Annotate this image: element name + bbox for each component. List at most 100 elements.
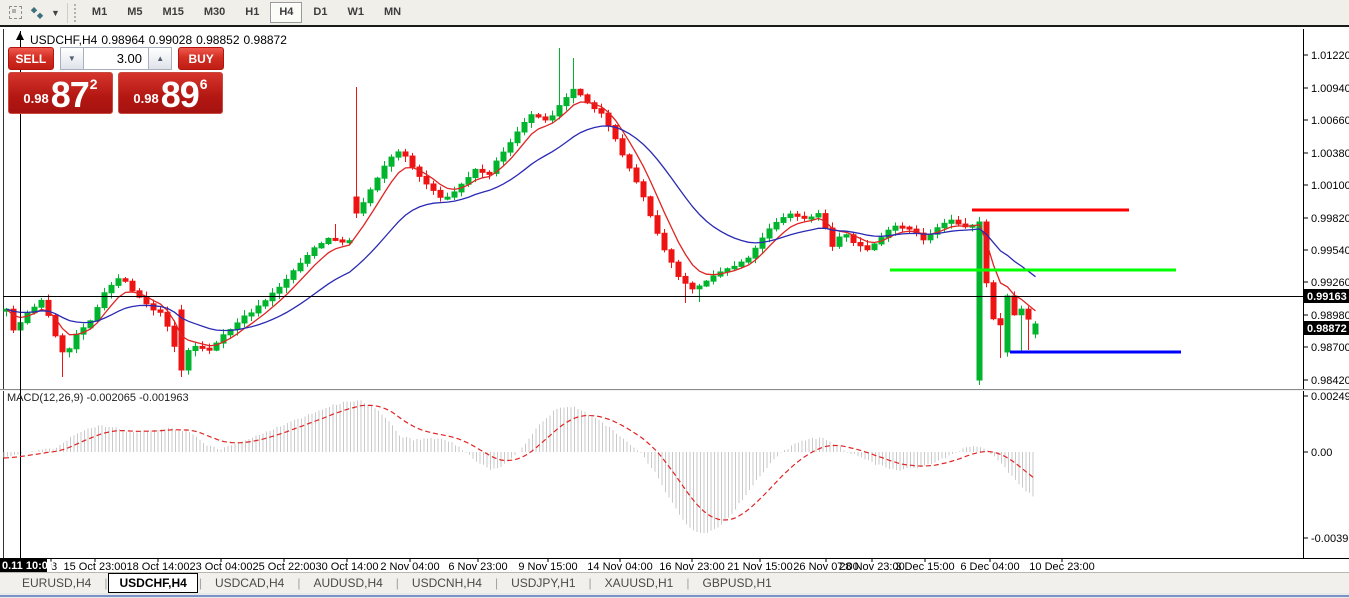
candle [626, 154, 633, 169]
candle [990, 282, 997, 320]
candle [94, 307, 101, 322]
candle [101, 292, 108, 309]
ohlc-low: 0.98852 [196, 33, 240, 47]
candle [836, 236, 843, 247]
candle [675, 261, 682, 277]
candle [654, 215, 661, 234]
candle [773, 221, 780, 230]
candle [857, 242, 864, 247]
sell-price-big: 87 [50, 74, 90, 115]
candle [388, 156, 395, 167]
symbol-tab-eurusd[interactable]: EURUSD,H4 [10, 574, 103, 592]
ohlc-high: 0.99028 [148, 33, 193, 47]
symbol-tab-usdchf[interactable]: USDCHF,H4 [108, 573, 198, 593]
candle [157, 309, 164, 313]
price-tick: 1.00100 [1311, 180, 1349, 192]
symbol-tab-audusd[interactable]: AUDUSD,H4 [301, 574, 394, 592]
ohlc-open: 0.98964 [101, 33, 145, 47]
candle [290, 270, 297, 280]
candle [430, 183, 437, 191]
candle [794, 213, 801, 217]
sell-button[interactable]: SELL [8, 47, 54, 70]
volume-decrease-spinner[interactable]: ▼ [59, 47, 84, 70]
candle [976, 221, 983, 381]
candle [528, 114, 535, 123]
price-tick: 0.99260 [1311, 277, 1349, 289]
candle [129, 280, 136, 292]
candle [24, 312, 31, 324]
candle [381, 165, 388, 179]
macd-tick: 0.002492 [1311, 391, 1349, 403]
candle [542, 116, 549, 121]
candle [339, 239, 346, 243]
candle [255, 305, 262, 314]
candle [752, 247, 759, 259]
buy-button[interactable]: BUY [178, 47, 224, 70]
up-arrow-object[interactable] [16, 32, 24, 40]
candle [360, 202, 367, 214]
symbol-tab-usdcad[interactable]: USDCAD,H4 [203, 574, 296, 592]
candle [241, 315, 248, 324]
buy-price-button[interactable]: 0.98 89 6 [118, 72, 223, 114]
candle [248, 312, 255, 317]
candle [892, 225, 899, 231]
candle [1004, 295, 1011, 353]
candle [283, 278, 290, 288]
macd-tick: -0.003913 [1311, 533, 1349, 545]
candle [598, 108, 605, 114]
price-tick: 1.00660 [1311, 115, 1349, 127]
candle [185, 350, 192, 371]
candle [1032, 323, 1039, 335]
price-tick: 0.99540 [1311, 245, 1349, 257]
volume-input[interactable] [84, 47, 148, 70]
candle [549, 115, 556, 121]
candle [1018, 308, 1025, 316]
candle [633, 167, 640, 183]
candle [199, 345, 206, 349]
candle [325, 237, 332, 245]
symbol-tab-xauusd[interactable]: XAUUSD,H1 [593, 574, 686, 592]
candle [304, 254, 311, 264]
candle [276, 286, 283, 294]
symbol-tab-usdcnh[interactable]: USDCNH,H4 [400, 574, 494, 592]
candle [479, 168, 486, 173]
symbol-tab-gbpusd[interactable]: GBPUSD,H1 [690, 574, 783, 592]
candle [696, 285, 703, 290]
candle [780, 217, 787, 223]
price-axis: 1.01220 1.00940 1.00660 1.00380 1.00100 0.998… [1303, 50, 1349, 545]
bottom-status-strip [0, 593, 1349, 598]
candle [367, 189, 374, 204]
candle [437, 189, 444, 198]
candle [486, 171, 493, 175]
chart-symbol: USDCHF,H4 [30, 33, 98, 47]
candle [647, 196, 654, 217]
volume-increase-spinner[interactable]: ▲ [148, 47, 173, 70]
symbol-tab-usdjpy[interactable]: USDJPY,H1 [499, 574, 587, 592]
candle [521, 121, 528, 133]
time-axis: 8 15 Oct 23:00 18 Oct 14:00 23 Oct 04:00 25 … [0, 559, 1095, 573]
candle [640, 181, 647, 198]
buy-price-prefix: 0.98 [133, 91, 159, 106]
macd-indicator-label: MACD(12,26,9) -0.002065 -0.001963 [7, 392, 189, 404]
candle [766, 228, 773, 239]
candle [556, 105, 563, 117]
candle [668, 249, 675, 263]
price-tick: 0.98700 [1311, 342, 1349, 354]
candle [682, 275, 689, 284]
candle [948, 219, 955, 224]
candle [661, 232, 668, 251]
candle [710, 275, 717, 282]
candle [73, 333, 80, 350]
candle [374, 177, 381, 191]
candle [507, 142, 514, 153]
terminal-window: ▼ M1 M5 M15 M30 H1 H4 D1 W1 MN 1.01220 1.00940 1.0… [0, 0, 1349, 598]
candle [808, 216, 815, 220]
candle [535, 114, 542, 118]
candle [332, 237, 339, 241]
svg-text:0.11 10:00: 0.11 10:00 [2, 560, 54, 572]
sell-price-button[interactable]: 0.98 87 2 [8, 72, 113, 114]
candle [563, 97, 570, 107]
svg-text:0.98872: 0.98872 [1307, 323, 1347, 335]
price-tick: 0.98980 [1311, 310, 1349, 322]
macd-pane [3, 400, 1034, 533]
